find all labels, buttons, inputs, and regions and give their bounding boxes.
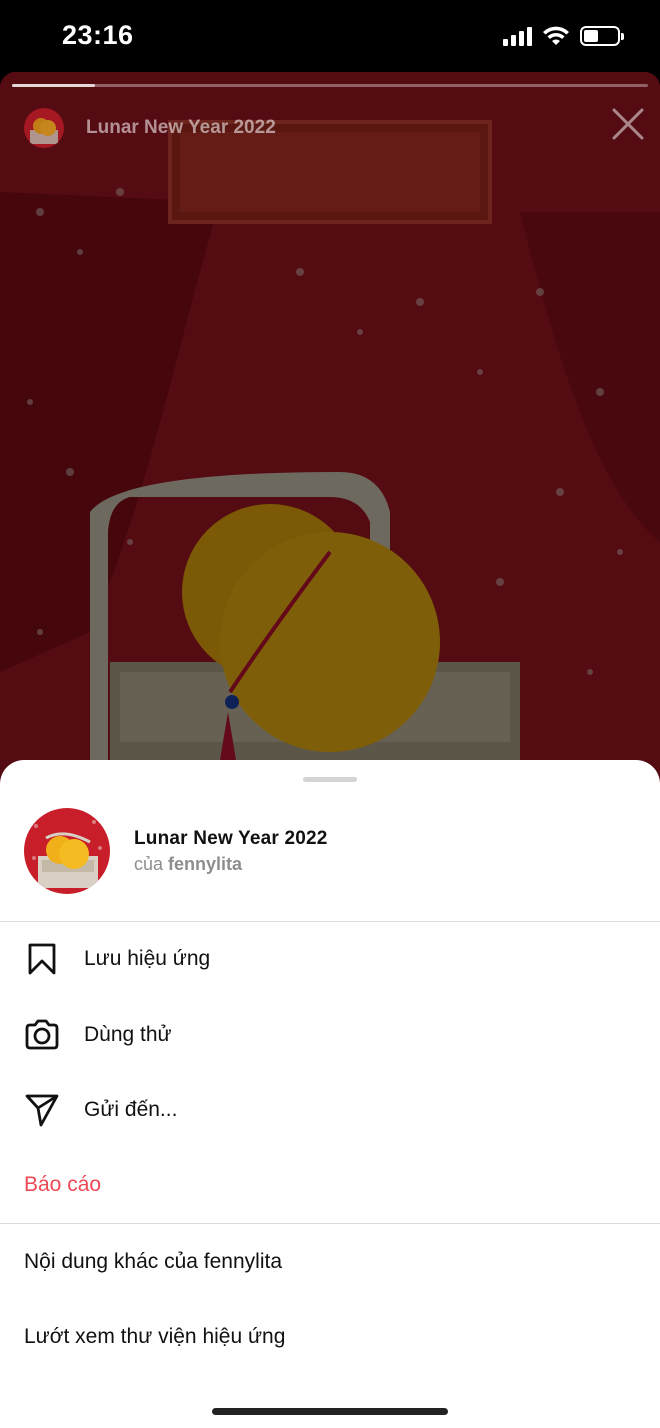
status-time: 23:16 <box>62 20 134 50</box>
story-progress-fill <box>12 84 95 87</box>
camera-icon <box>24 1017 60 1053</box>
battery-icon <box>580 26 624 46</box>
status-icons <box>503 26 624 46</box>
try-effect-button[interactable]: Dùng thử <box>0 1000 660 1070</box>
cellular-signal-icon <box>503 26 532 46</box>
try-effect-label: Dùng thử <box>84 1023 172 1046</box>
effect-author-line: của fennylita <box>134 854 328 875</box>
report-label: Báo cáo <box>24 1173 102 1196</box>
browse-effect-gallery-link[interactable]: Lướt xem thư viện hiệu ứng <box>0 1302 660 1372</box>
story-effect-title: Lunar New Year 2022 <box>86 117 276 138</box>
battery-level <box>584 30 599 42</box>
effect-preview[interactable]: Lunar New Year 2022 <box>0 72 660 792</box>
bookmark-icon <box>24 941 60 977</box>
status-bar: 23:16 <box>0 0 660 72</box>
effect-options-sheet: Lunar New Year 2022 của fennylita Lưu hi… <box>0 760 660 1428</box>
send-to-label: Gửi đến... <box>84 1098 178 1121</box>
effect-by-prefix: của <box>134 853 164 874</box>
effect-thumbnail[interactable] <box>24 808 110 894</box>
report-button[interactable]: Báo cáo <box>0 1150 660 1220</box>
story-progress-bar <box>12 84 648 87</box>
divider <box>0 1223 660 1224</box>
browse-effect-gallery-label: Lướt xem thư viện hiệu ứng <box>24 1325 286 1348</box>
wifi-icon <box>543 26 569 45</box>
story-header: Lunar New Year 2022 <box>24 108 276 148</box>
story-effect-avatar[interactable] <box>24 108 64 148</box>
divider <box>0 921 660 922</box>
more-from-author-label: Nội dung khác của fennylita <box>24 1250 282 1273</box>
sheet-grabber[interactable] <box>303 777 357 782</box>
effect-name: Lunar New Year 2022 <box>134 827 328 849</box>
effect-text: Lunar New Year 2022 của fennylita <box>134 828 328 875</box>
effect-info[interactable]: Lunar New Year 2022 của fennylita <box>24 808 328 894</box>
send-icon <box>24 1092 60 1128</box>
save-effect-button[interactable]: Lưu hiệu ứng <box>0 924 660 994</box>
close-icon[interactable] <box>610 106 646 142</box>
effect-author[interactable]: fennylita <box>168 854 242 874</box>
send-to-button[interactable]: Gửi đến... <box>0 1075 660 1145</box>
more-from-author-link[interactable]: Nội dung khác của fennylita <box>0 1227 660 1297</box>
save-effect-label: Lưu hiệu ứng <box>84 947 211 970</box>
home-indicator <box>212 1408 448 1415</box>
preview-dim-overlay <box>0 72 660 792</box>
